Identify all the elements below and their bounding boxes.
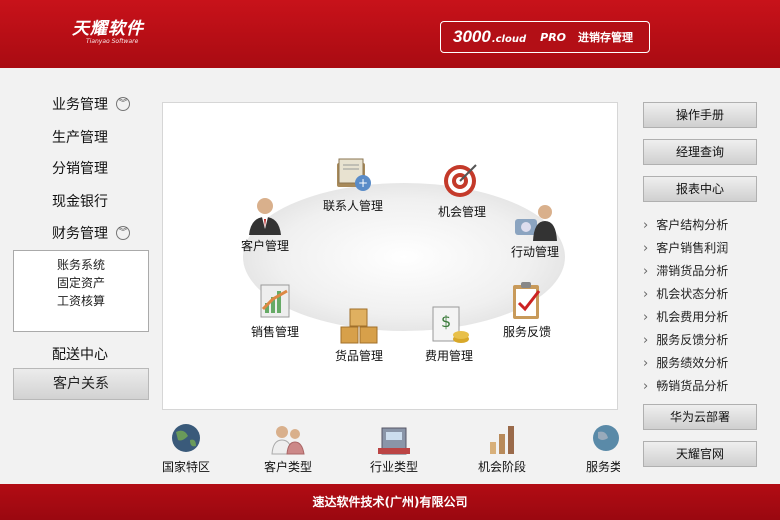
menu-production[interactable]: 生产管理 (52, 127, 108, 147)
bottom-item-industry-type[interactable]: 行业类型 (370, 420, 418, 475)
menu-production-label: 生产管理 (52, 130, 108, 146)
menu-cash-bank[interactable]: 现金银行 (52, 191, 108, 211)
target-icon (444, 164, 477, 197)
product-badge: 3000 .cloud PRO 进销存管理 (440, 21, 650, 53)
submenu-item-payroll[interactable]: 工资核算 (14, 292, 148, 310)
chevron-down-icon[interactable]: ︾ (116, 226, 130, 240)
logo-en: Tianyao Software (86, 38, 139, 45)
report-center-button[interactable]: 报表中心 (643, 176, 757, 202)
service-globe-icon (593, 425, 619, 451)
report-list: 客户结构分析 客户销售利润 滞销货品分析 机会状态分析 机会费用分析 服务反馈分… (643, 214, 763, 398)
menu-finance-label: 财务管理 (52, 226, 108, 242)
menu-delivery[interactable]: 配送中心 (52, 344, 108, 364)
report-link[interactable]: 畅销货品分析 (643, 375, 763, 398)
machine-icon (378, 427, 410, 455)
node-service-feedback[interactable]: 服务反馈 (503, 279, 551, 340)
contacts-folder-icon: + (337, 158, 371, 191)
svg-text:+: + (358, 176, 368, 190)
node-opportunity[interactable]: 机会管理 (438, 159, 486, 220)
menu-distribution[interactable]: 分销管理 (52, 158, 108, 178)
submenu-item-accounting[interactable]: 账务系统 (14, 256, 148, 274)
node-customer-label: 客户管理 (241, 239, 290, 253)
bottom-item-label: 行业类型 (370, 460, 419, 474)
report-link[interactable]: 客户销售利润 (643, 237, 763, 260)
app-header: 天耀软件 Tianyao Software 3000 .cloud PRO 进销… (0, 0, 780, 68)
badge-number: 3000 (453, 27, 491, 46)
clipboard-check-icon (513, 282, 541, 319)
report-link[interactable]: 机会状态分析 (643, 283, 763, 306)
bottom-item-label: 国家特区 (162, 460, 211, 474)
node-contacts[interactable]: + 联系人管理 (323, 153, 383, 214)
node-service-feedback-label: 服务反馈 (503, 325, 552, 339)
node-sales-label: 销售管理 (251, 325, 300, 339)
node-opportunity-label: 机会管理 (438, 205, 487, 219)
globe-icon (172, 424, 200, 452)
bottom-item-service-type[interactable]: 服务类 (584, 420, 620, 475)
menu-delivery-label: 配送中心 (52, 347, 108, 363)
bottom-item-customer-type[interactable]: 客户类型 (264, 420, 312, 475)
boxes-icon (340, 308, 378, 344)
menu-distribution-label: 分销管理 (52, 161, 108, 177)
node-expense-label: 费用管理 (425, 349, 474, 363)
submenu-item-fixed-assets[interactable]: 固定资产 (14, 274, 148, 292)
manual-button[interactable]: 操作手册 (643, 102, 757, 128)
money-document-icon: $ (432, 306, 469, 343)
logo-cn: 天耀软件 (72, 19, 144, 39)
people-icon (271, 426, 305, 455)
svg-text:$: $ (441, 312, 451, 331)
report-link[interactable]: 滞销货品分析 (643, 260, 763, 283)
menu-business[interactable]: 业务管理 ︾ (52, 94, 130, 114)
category-bar: 国家特区 客户类型 行业类型 机会阶段 服务类 (160, 420, 620, 480)
menu-customer-relation[interactable]: 客户关系 (13, 368, 149, 400)
crm-panel: + 联系人管理 机会管理 客户管理 行动管理 销售管理 服务反馈 货品管理 $ … (162, 102, 618, 410)
bottom-item-special-zone[interactable]: 国家特区 (162, 420, 210, 475)
badge-cloud: .cloud (491, 34, 527, 45)
phone-person-icon (515, 205, 557, 241)
report-link[interactable]: 机会费用分析 (643, 306, 763, 329)
bottom-item-label: 客户类型 (264, 460, 313, 474)
bottom-item-label: 机会阶段 (478, 460, 527, 474)
report-link[interactable]: 服务反馈分析 (643, 329, 763, 352)
badge-pro: PRO (540, 30, 567, 44)
menu-business-label: 业务管理 (52, 97, 108, 113)
finance-submenu: 账务系统 固定资产 工资核算 (13, 250, 149, 332)
node-customer[interactable]: 客户管理 (241, 193, 289, 254)
bottom-item-label: 服务类 (585, 460, 620, 474)
bottom-item-opportunity-stage[interactable]: 机会阶段 (478, 420, 526, 475)
businessman-icon (249, 198, 281, 235)
node-goods[interactable]: 货品管理 (335, 303, 383, 364)
chevron-down-icon[interactable]: ︾ (116, 97, 130, 111)
sales-chart-icon (260, 284, 290, 318)
node-action-label: 行动管理 (511, 245, 560, 259)
node-sales[interactable]: 销售管理 (251, 279, 299, 340)
badge-text: 进销存管理 (578, 31, 634, 44)
report-link[interactable]: 客户结构分析 (643, 214, 763, 237)
manager-query-button[interactable]: 经理查询 (643, 139, 757, 165)
node-contacts-label: 联系人管理 (323, 199, 384, 213)
menu-finance[interactable]: 财务管理 ︾ (52, 223, 130, 243)
node-action[interactable]: 行动管理 (511, 199, 559, 260)
footer: 速达软件技术(广州)有限公司 (0, 484, 780, 520)
node-expense[interactable]: $ 费用管理 (425, 303, 473, 364)
node-goods-label: 货品管理 (335, 349, 384, 363)
menu-cash-bank-label: 现金银行 (52, 194, 108, 210)
bar-chart-icon (490, 426, 514, 454)
logo: 天耀软件 Tianyao Software (72, 20, 144, 46)
footer-company: 速达软件技术(广州)有限公司 (312, 495, 468, 509)
official-site-button[interactable]: 天耀官网 (643, 441, 757, 467)
report-link[interactable]: 服务绩效分析 (643, 352, 763, 375)
huawei-cloud-button[interactable]: 华为云部署 (643, 404, 757, 430)
